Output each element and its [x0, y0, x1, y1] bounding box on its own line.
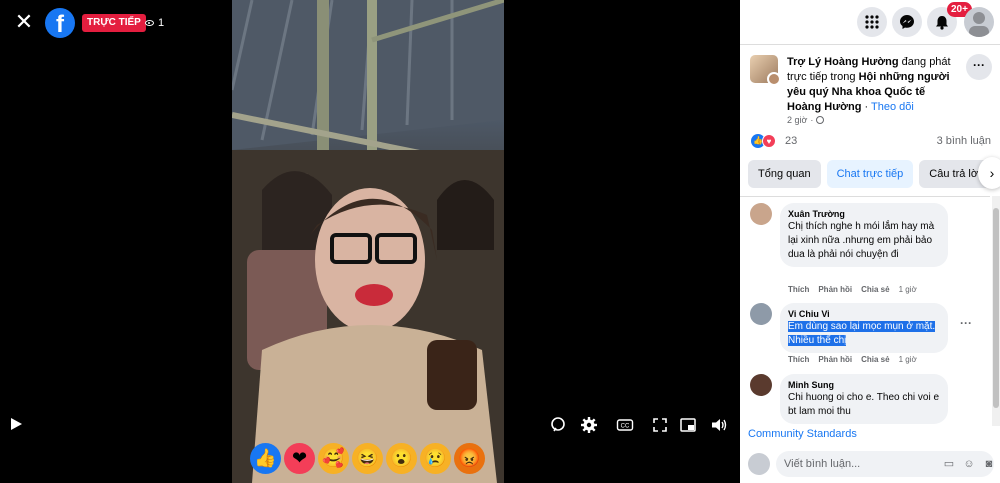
settings-gear-icon[interactable] — [580, 416, 598, 434]
emoji-icon[interactable]: ☺ — [962, 457, 976, 471]
wow-reaction-icon[interactable]: 😮 — [386, 443, 417, 474]
comment-actions: Thích Phản hồi Chia sẻ 1 giờ — [788, 285, 917, 294]
haha-reaction-icon[interactable]: 😆 — [352, 443, 383, 474]
post-title: Trợ Lý Hoàng Hường đang phát trực tiếp t… — [787, 55, 962, 115]
gif-icon[interactable]: ▭ — [942, 457, 956, 471]
commenter-name[interactable]: Xuân Trường — [788, 208, 940, 220]
reply-action[interactable]: Phản hồi — [818, 355, 852, 364]
share-action[interactable]: Chia sẻ — [861, 355, 889, 364]
composer-avatar[interactable] — [748, 453, 770, 475]
eye-icon — [145, 20, 154, 26]
messenger-icon[interactable] — [892, 7, 922, 37]
follow-link[interactable]: Theo dõi — [871, 101, 914, 113]
video-scene-icon — [232, 0, 504, 483]
post-time[interactable]: 2 giờ — [787, 115, 807, 125]
comment-bubble: Minh Sung Chi huong oi cho e. Theo chi v… — [780, 374, 948, 424]
svg-text:CC: CC — [621, 424, 630, 430]
volume-icon[interactable] — [710, 416, 728, 434]
tab-overview[interactable]: Tổng quan — [748, 160, 821, 188]
comment-time[interactable]: 1 giờ — [899, 355, 917, 364]
captions-icon[interactable]: CC — [616, 416, 634, 434]
like-action[interactable]: Thích — [788, 285, 809, 294]
like-reaction-icon[interactable]: 👍 — [250, 443, 281, 474]
angry-reaction-icon[interactable]: 😡 — [454, 443, 485, 474]
close-icon[interactable]: ✕ — [13, 11, 35, 33]
reaction-count[interactable]: 23 — [785, 135, 797, 147]
comment-text: Chi huong oi cho e. Theo chi voi e bt la… — [788, 392, 940, 417]
camera-icon[interactable]: ◙ — [982, 457, 996, 471]
top-bar: 20+ — [740, 0, 1000, 45]
post-timestamp: 2 giờ · — [787, 115, 825, 125]
commenter-avatar[interactable] — [750, 203, 772, 225]
comment-text: Em dùng sao lại mọc mụn ở mặt. Nhiều thế… — [788, 320, 940, 348]
viewer-count: 1 — [145, 15, 164, 31]
facebook-logo-icon[interactable]: f — [45, 8, 75, 38]
video-player: ✕ f TRỰC TIẾP 1 CC 👍 ❤ 🥰 😆 😮 😢 😡 — [0, 0, 740, 483]
comment-bubble: Vi Chiu Vi Em dùng sao lại mọc mụn ở mặt… — [780, 303, 948, 353]
panel-tabs: Tổng quan Chat trực tiếp Câu trả lời — [748, 160, 991, 188]
comment-scrollbar[interactable] — [992, 196, 1000, 426]
live-badge: TRỰC TIẾP — [82, 14, 146, 32]
reactions-summary: 👍 ♥ 23 3 bình luận — [751, 134, 991, 150]
commenter-name[interactable]: Minh Sung — [788, 379, 940, 391]
comment-text-selected: Em dùng sao lại mọc mụn ở mặt. Nhiều thế… — [788, 321, 936, 346]
play-icon[interactable] — [9, 416, 23, 432]
separator: · — [861, 101, 872, 113]
commenter-avatar[interactable] — [750, 303, 772, 325]
video-frame[interactable] — [232, 0, 504, 483]
comment-list: Xuân Trường Chị thích nghe h mói lắm hay… — [740, 196, 990, 426]
viewer-count-value: 1 — [158, 17, 165, 29]
menu-grid-icon[interactable] — [857, 7, 887, 37]
picture-in-picture-icon[interactable] — [679, 416, 697, 434]
like-action[interactable]: Thích — [788, 355, 809, 364]
account-avatar[interactable] — [964, 7, 994, 37]
reply-action[interactable]: Phản hồi — [818, 285, 852, 294]
comment-actions: Thích Phản hồi Chia sẻ 1 giờ — [788, 355, 917, 364]
comment-more-icon[interactable]: ··· — [957, 317, 975, 335]
care-reaction-icon[interactable]: 🥰 — [318, 443, 349, 474]
author-avatar[interactable] — [767, 72, 781, 86]
post-more-icon[interactable]: ··· — [966, 54, 992, 80]
comment-composer: Viết bình luận... ▭ ☺ ◙ — [748, 451, 996, 477]
expand-icon[interactable] — [651, 416, 669, 434]
comment-toggle-icon[interactable] — [549, 416, 567, 434]
sad-reaction-icon[interactable]: 😢 — [420, 443, 451, 474]
love-reaction-icon: ♥ — [762, 134, 776, 148]
tab-live-chat[interactable]: Chat trực tiếp — [826, 160, 914, 188]
share-action[interactable]: Chia sẻ — [861, 285, 889, 294]
commenter-name[interactable]: Vi Chiu Vi — [788, 308, 940, 320]
separator-dot: · — [810, 115, 814, 125]
commenter-avatar[interactable] — [750, 374, 772, 396]
side-panel: 20+ Trợ Lý Hoàng Hường đang phát trực ti… — [740, 0, 1000, 483]
comment-time[interactable]: 1 giờ — [899, 285, 917, 294]
comment-bubble: Xuân Trường Chị thích nghe h mói lắm hay… — [780, 203, 948, 267]
globe-icon — [816, 116, 825, 124]
video-stream — [232, 0, 504, 483]
comment-text: Chị thích nghe h mói lắm hay mà lại xinh… — [788, 221, 935, 260]
love-reaction-icon[interactable]: ❤ — [284, 443, 315, 474]
chevron-right-icon[interactable]: › — [978, 157, 1000, 189]
reaction-bar: 👍 ❤ 🥰 😆 😮 😢 😡 — [250, 443, 485, 477]
community-standards-link[interactable]: Community Standards — [748, 428, 857, 440]
author-link[interactable]: Trợ Lý Hoàng Hường — [787, 56, 899, 68]
comment-count[interactable]: 3 bình luận — [937, 135, 991, 147]
scrollbar-thumb[interactable] — [993, 208, 999, 408]
live-video-viewer: ✕ f TRỰC TIẾP 1 CC 👍 ❤ 🥰 😆 😮 😢 😡 20+ Trợ… — [0, 0, 1000, 483]
